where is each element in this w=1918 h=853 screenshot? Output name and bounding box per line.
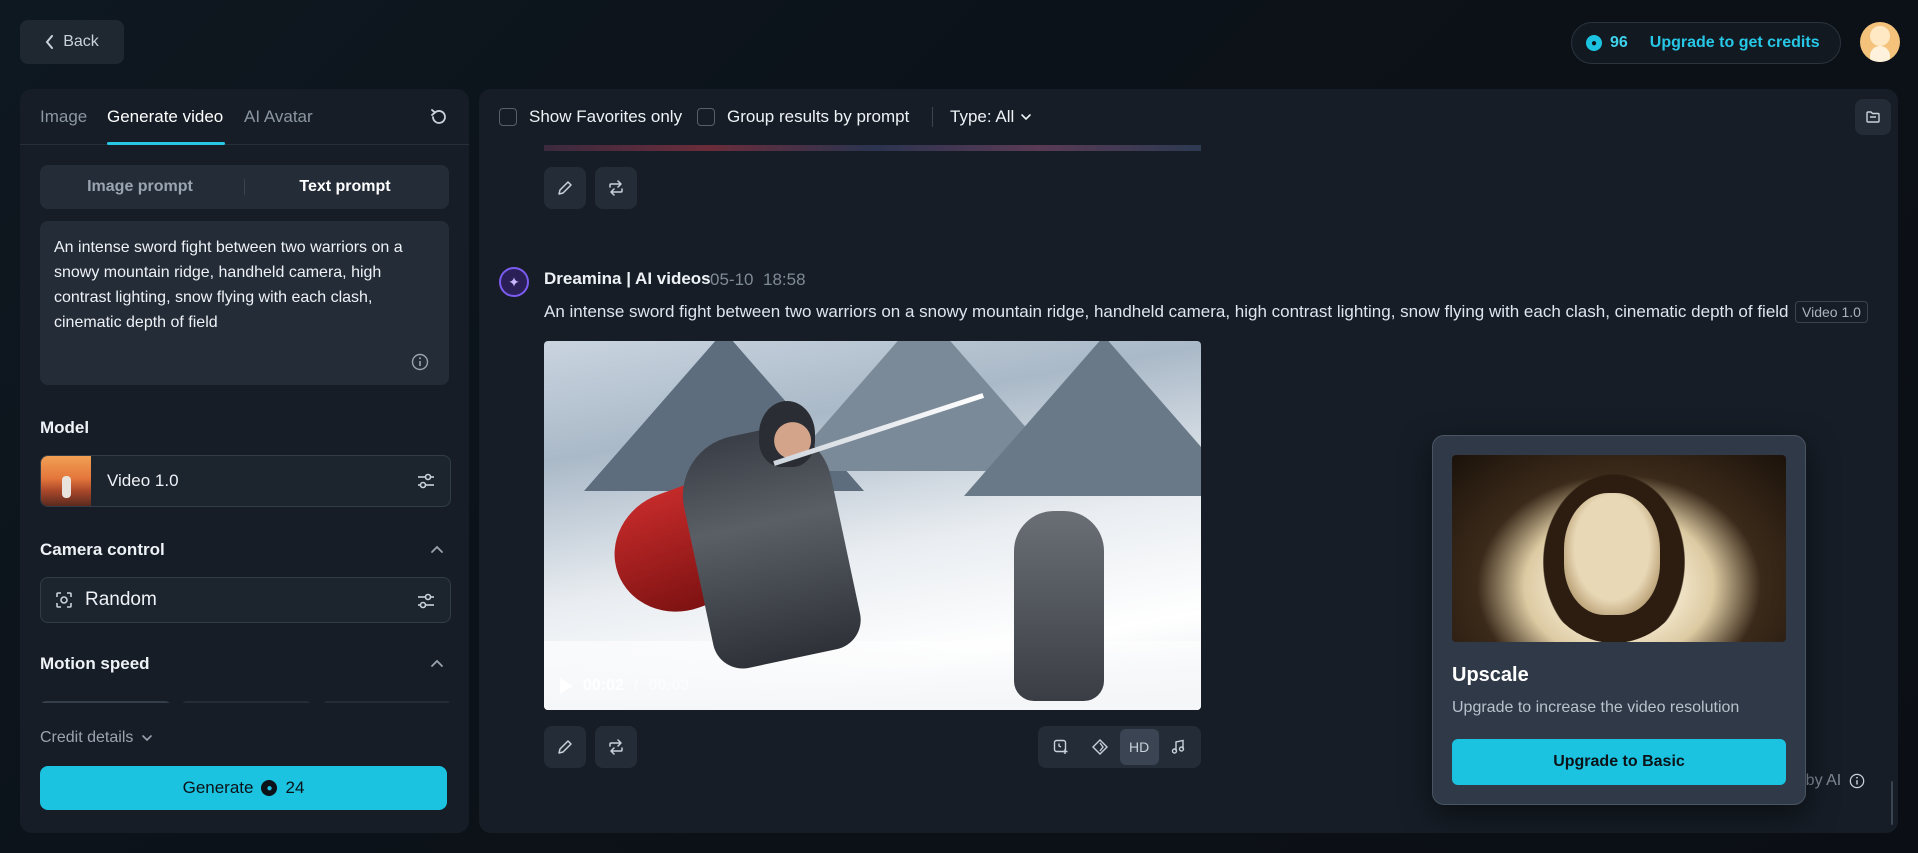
- chevron-left-icon: [45, 35, 54, 49]
- chevron-up-icon[interactable]: [429, 542, 445, 558]
- chevron-down-icon: [1021, 114, 1032, 121]
- back-button[interactable]: Back: [20, 20, 124, 64]
- settings-sliders-icon[interactable]: [416, 591, 436, 611]
- version-badge: Video 1.0: [1795, 301, 1868, 323]
- upscale-description: Upgrade to increase the video resolution: [1452, 699, 1740, 716]
- extend-video-button[interactable]: [1041, 729, 1080, 765]
- reset-icon[interactable]: [428, 106, 450, 128]
- user-avatar[interactable]: [1860, 22, 1900, 62]
- result-date: 05-10: [710, 270, 754, 289]
- generate-button[interactable]: Generate ● 24: [40, 766, 447, 810]
- active-tab-indicator: [107, 142, 225, 145]
- text-prompt-option[interactable]: Text prompt: [245, 165, 445, 209]
- model-value: Video 1.0: [107, 471, 179, 490]
- regenerate-button[interactable]: [595, 726, 637, 768]
- generate-cost: 24: [285, 778, 305, 797]
- regenerate-button[interactable]: [595, 167, 637, 209]
- upscale-popover: Upscale Upgrade to increase the video re…: [1432, 435, 1806, 805]
- show-favorites-label[interactable]: Show Favorites only: [529, 107, 682, 127]
- interpolate-button[interactable]: [1080, 729, 1119, 765]
- camera-focus-icon: [56, 592, 72, 608]
- mode-tabs: Image Generate video AI Avatar: [20, 89, 469, 145]
- chevron-up-icon[interactable]: [429, 656, 445, 672]
- show-favorites-checkbox[interactable]: [499, 108, 517, 126]
- back-label: Back: [63, 33, 99, 50]
- result-time: 18:58: [763, 270, 806, 289]
- upscale-preview-image: [1452, 455, 1786, 642]
- credit-details-toggle[interactable]: Credit details: [40, 729, 153, 747]
- folder-button[interactable]: [1855, 99, 1891, 135]
- edit-button[interactable]: [544, 726, 586, 768]
- play-icon[interactable]: [560, 678, 573, 694]
- model-selector[interactable]: Video 1.0: [40, 455, 451, 507]
- credit-coin-icon: ●: [1586, 35, 1602, 51]
- group-results-label[interactable]: Group results by prompt: [727, 107, 909, 127]
- video-actions-group: HD: [1038, 726, 1201, 768]
- repeat-icon: [609, 739, 623, 755]
- prompt-text: An intense sword fight between two warri…: [54, 239, 403, 331]
- diamond-icon: [1091, 739, 1108, 755]
- tab-image[interactable]: Image: [40, 107, 87, 127]
- type-filter-dropdown[interactable]: Type: All: [950, 107, 1032, 127]
- result-prompt: An intense sword fight between two warri…: [544, 302, 1789, 321]
- mountain-shape: [964, 341, 1201, 496]
- filter-bar: Show Favorites only Group results by pro…: [479, 89, 1898, 145]
- credits-pill[interactable]: ● 96 Upgrade to get credits: [1571, 22, 1841, 64]
- prompt-mode-switch: Image prompt Text prompt: [40, 165, 449, 209]
- edit-button[interactable]: [544, 167, 586, 209]
- camera-control-value: Random: [85, 589, 157, 610]
- upscale-title: Upscale: [1452, 664, 1529, 686]
- preview-face: [1564, 493, 1660, 615]
- results-panel: Show Favorites only Group results by pro…: [479, 89, 1898, 833]
- music-note-icon: [1172, 739, 1185, 754]
- filter-divider: [932, 107, 933, 127]
- video-current-time: 00:02: [583, 677, 624, 694]
- info-icon[interactable]: [411, 353, 429, 371]
- pencil-icon: [558, 181, 572, 195]
- motion-speed-title: Motion speed: [40, 654, 150, 673]
- opponent-figure: [1014, 511, 1104, 701]
- tab-ai-avatar[interactable]: AI Avatar: [244, 107, 313, 127]
- upgrade-credits-link[interactable]: Upgrade to get credits: [1650, 34, 1820, 52]
- info-icon[interactable]: [1849, 773, 1865, 789]
- type-filter-label: Type: All: [950, 107, 1015, 126]
- camera-control-selector[interactable]: Random: [40, 577, 451, 623]
- image-prompt-option[interactable]: Image prompt: [40, 165, 240, 209]
- result-video[interactable]: 00:02 / 00:03: [544, 341, 1201, 710]
- prompt-textarea[interactable]: An intense sword fight between two warri…: [40, 221, 449, 385]
- result-author: Dreamina | AI videos: [544, 269, 711, 288]
- extend-icon: [1053, 739, 1068, 754]
- dreamina-logo-icon: ✦: [499, 267, 529, 297]
- add-sound-button[interactable]: [1159, 729, 1198, 765]
- group-results-checkbox[interactable]: [697, 108, 715, 126]
- camera-control-title: Camera control: [40, 540, 165, 559]
- model-thumbnail: [41, 456, 91, 506]
- video-controls: 00:02 / 00:03: [560, 677, 689, 695]
- model-title: Model: [40, 418, 90, 437]
- generate-label: Generate: [182, 778, 254, 797]
- left-panel: Image Generate video AI Avatar Image pro…: [20, 89, 469, 833]
- previous-result-video[interactable]: [544, 145, 1201, 151]
- pencil-icon: [558, 740, 572, 754]
- credit-details-label: Credit details: [40, 729, 134, 746]
- video-total-time: 00:03: [648, 677, 690, 694]
- hd-upscale-button[interactable]: HD: [1119, 729, 1159, 765]
- chevron-down-icon: [142, 735, 153, 742]
- upgrade-to-basic-button[interactable]: Upgrade to Basic: [1452, 739, 1786, 785]
- credits-count: 96: [1610, 34, 1628, 51]
- credit-coin-icon: ●: [261, 780, 278, 796]
- video-time-separator: /: [633, 677, 639, 694]
- scrollbar[interactable]: [1891, 781, 1893, 825]
- repeat-icon: [609, 180, 623, 196]
- settings-sliders-icon[interactable]: [416, 471, 436, 491]
- folder-icon: [1866, 111, 1880, 123]
- tab-generate-video[interactable]: Generate video: [107, 107, 223, 127]
